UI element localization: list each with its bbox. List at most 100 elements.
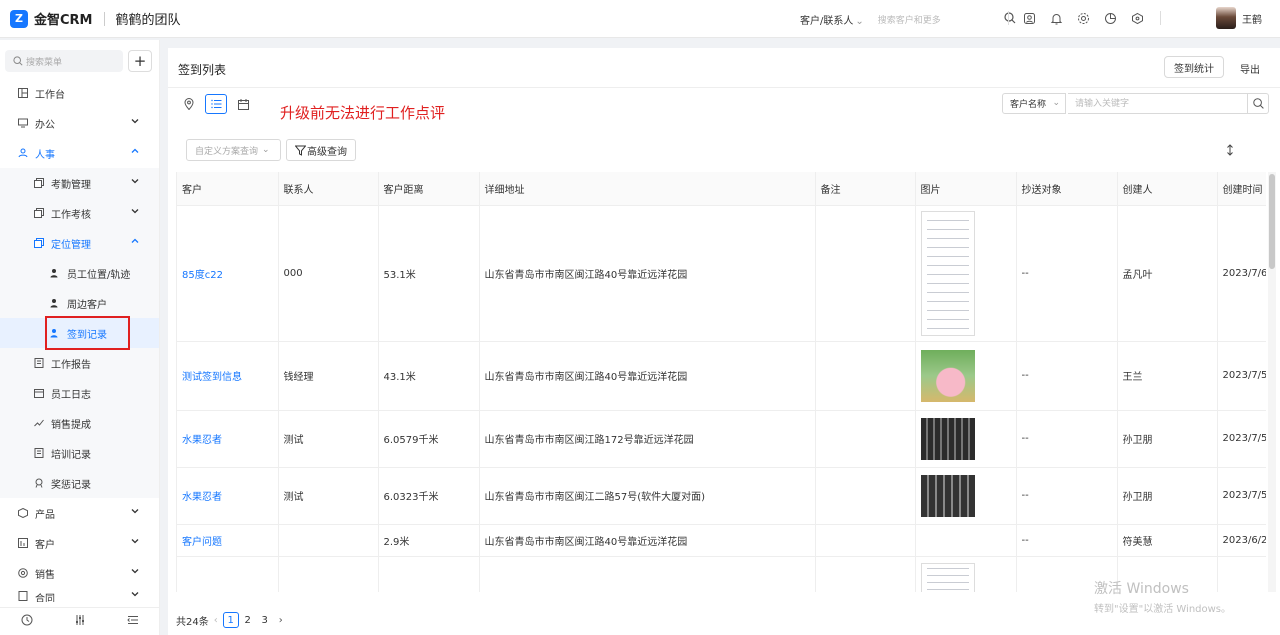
contact-cell bbox=[278, 524, 379, 557]
search-field-select[interactable]: 客户名称 ⌄ bbox=[1002, 93, 1066, 114]
address-cell: 山东省青岛市市南区闽江路40号靠近远洋花园 bbox=[479, 205, 816, 342]
sidebar-item-sales-commission[interactable]: 销售提成 bbox=[0, 408, 159, 438]
created-time-cell: 2023/7/5 1 bbox=[1217, 410, 1266, 468]
scrollbar-thumb[interactable] bbox=[1269, 174, 1275, 269]
sidebar-item-sales[interactable]: 销售 bbox=[0, 558, 159, 588]
sidebar-item-workbench[interactable]: 工作台 bbox=[0, 78, 159, 108]
page-button[interactable]: 1 bbox=[222, 612, 239, 628]
user-menu[interactable]: 王鹤 bbox=[1216, 7, 1262, 29]
photo-thumbnail[interactable] bbox=[920, 349, 975, 402]
column-header[interactable]: 客户距离 bbox=[378, 172, 480, 206]
table-row[interactable]: 水果忍者 测试 6.0323千米 山东省青岛市市南区闽江二路57号(软件大厦对面… bbox=[177, 467, 1266, 525]
search-scope-select[interactable]: 客户/联系人 ⌄ bbox=[800, 12, 864, 27]
history-icon[interactable] bbox=[21, 614, 33, 629]
advanced-query-button[interactable]: 高级查询 bbox=[286, 139, 356, 161]
table-row[interactable]: 85度c22 000 53.1米 山东省青岛市市南区闽江路40号靠近远洋花园 -… bbox=[177, 205, 1266, 342]
windows-activation-watermark: 激活 Windows 转到"设置"以激活 Windows。 bbox=[1094, 578, 1231, 615]
search-button[interactable] bbox=[1247, 93, 1269, 114]
cc-cell: -- bbox=[1016, 410, 1118, 468]
bell-icon[interactable] bbox=[1048, 10, 1064, 26]
sidebar-item-assessment[interactable]: 工作考核 bbox=[0, 198, 159, 228]
sidebar-item-attendance[interactable]: 考勤管理 bbox=[0, 168, 159, 198]
copy-icon bbox=[33, 237, 45, 249]
photo-thumbnail[interactable] bbox=[920, 210, 975, 336]
monitor-icon bbox=[17, 117, 29, 129]
table-scrollbar[interactable] bbox=[1268, 172, 1276, 592]
team-name[interactable]: 鹤鹤的团队 bbox=[116, 9, 181, 28]
column-header[interactable]: 客户 bbox=[177, 172, 279, 206]
app-logo[interactable]: Z 金智CRM bbox=[10, 9, 93, 28]
export-button[interactable]: 导出 bbox=[1240, 61, 1260, 76]
contact-cell: 测试 bbox=[278, 467, 379, 525]
created-time-cell: 2023/7/5 1 bbox=[1217, 467, 1266, 525]
column-header[interactable]: 创建人 bbox=[1117, 172, 1218, 206]
keyword-input[interactable] bbox=[1068, 93, 1248, 114]
sidebar-item-work-report[interactable]: 工作报告 bbox=[0, 348, 159, 378]
top-bar: Z 金智CRM 鹤鹤的团队 客户/联系人 ⌄ 搜索客户和更多 王鹤 bbox=[0, 0, 1280, 38]
remark-cell bbox=[815, 524, 916, 557]
sidebar-item-location[interactable]: 定位管理 bbox=[0, 228, 159, 258]
watermark-title: 激活 Windows bbox=[1094, 581, 1189, 597]
column-header[interactable]: 详细地址 bbox=[479, 172, 816, 206]
menu-search-input[interactable]: 搜索菜单 bbox=[5, 50, 123, 72]
global-search: 客户/联系人 ⌄ 搜索客户和更多 bbox=[800, 12, 1016, 27]
list-view-icon[interactable] bbox=[205, 94, 227, 114]
sidebar-item-products[interactable]: 产品 bbox=[0, 498, 159, 528]
photo-thumbnail[interactable] bbox=[920, 474, 975, 517]
global-search-input[interactable]: 搜索客户和更多 bbox=[878, 13, 998, 26]
sidebar-item-employee-track[interactable]: 员工位置/轨迹 bbox=[0, 258, 159, 288]
search-icon bbox=[13, 56, 23, 66]
sidebar-item-training[interactable]: 培训记录 bbox=[0, 438, 159, 468]
page-title: 签到列表 bbox=[178, 63, 227, 77]
sidebar-item-rewards[interactable]: 奖惩记录 bbox=[0, 468, 159, 498]
box-icon bbox=[17, 507, 29, 519]
table-row[interactable]: 测试签到信息 钱经理 43.1米 山东省青岛市市南区闽江路40号靠近远洋花园 -… bbox=[177, 341, 1266, 411]
contacts-icon[interactable] bbox=[1021, 10, 1037, 26]
sidebar-item-employee-log[interactable]: 员工日志 bbox=[0, 378, 159, 408]
map-pin-icon[interactable] bbox=[178, 94, 200, 114]
column-header[interactable]: 图片 bbox=[915, 172, 1017, 206]
table-row[interactable]: 水果忍者 测试 6.0579千米 山东省青岛市市南区闽江路172号靠近远洋花园 … bbox=[177, 410, 1266, 468]
customer-link[interactable]: 水果忍者 bbox=[177, 467, 279, 525]
cube-icon[interactable] bbox=[1129, 10, 1145, 26]
photo-cell bbox=[915, 467, 1017, 525]
checkin-table: 客户 联系人 客户距离 详细地址 备注 图片 抄送对象 创建人 创建时间 85度… bbox=[176, 172, 1266, 592]
gear-icon[interactable] bbox=[1075, 10, 1091, 26]
calendar-icon[interactable] bbox=[232, 94, 254, 114]
chart-pie-icon[interactable] bbox=[1102, 10, 1118, 26]
column-header[interactable]: 创建时间 bbox=[1217, 172, 1266, 206]
prev-page-icon[interactable]: ‹ bbox=[214, 615, 218, 626]
chevron-down-icon: ⌄ bbox=[262, 145, 270, 155]
column-sort-icon[interactable] bbox=[1226, 144, 1234, 159]
sidebar-item-contracts[interactable]: 合同 bbox=[0, 588, 159, 602]
sidebar-item-office[interactable]: 办公 bbox=[0, 108, 159, 138]
collapse-menu-icon[interactable] bbox=[126, 614, 139, 629]
sidebar-item-nearby-customers[interactable]: 周边客户 bbox=[0, 288, 159, 318]
page-button[interactable]: 2 bbox=[240, 612, 256, 628]
photo-thumbnail[interactable] bbox=[920, 562, 975, 592]
column-header[interactable]: 抄送对象 bbox=[1016, 172, 1118, 206]
customer-link[interactable]: 水果忍者 bbox=[177, 410, 279, 468]
sidebar-item-customers[interactable]: 客户 bbox=[0, 528, 159, 558]
sidebar-item-hr[interactable]: 人事 bbox=[0, 138, 159, 168]
sidebar-footer bbox=[0, 607, 159, 635]
cc-cell: -- bbox=[1016, 467, 1118, 525]
page-button[interactable]: 3 bbox=[257, 612, 273, 628]
checkin-stats-button[interactable]: 签到统计 bbox=[1164, 56, 1224, 78]
pagination: 共24条 ‹ 1 2 3 › bbox=[176, 612, 288, 628]
add-button[interactable]: + bbox=[128, 50, 152, 72]
customer-link[interactable]: 85度c22 bbox=[177, 205, 279, 342]
table-row[interactable]: 客户问题 2.9米 山东省青岛市市南区闽江路40号靠近远洋花园 -- 符美慧 2… bbox=[177, 524, 1266, 557]
column-header[interactable]: 联系人 bbox=[278, 172, 379, 206]
customer-link[interactable]: 客户问题 bbox=[177, 524, 279, 557]
creator-cell: 王兰 bbox=[1117, 341, 1218, 411]
customer-link[interactable] bbox=[177, 556, 279, 592]
next-page-icon[interactable]: › bbox=[279, 615, 283, 626]
settings-sliders-icon[interactable] bbox=[74, 614, 86, 629]
customer-link[interactable]: 测试签到信息 bbox=[177, 341, 279, 411]
photo-thumbnail[interactable] bbox=[920, 417, 975, 460]
column-header[interactable]: 备注 bbox=[815, 172, 916, 206]
distance-cell: 6.0323千米 bbox=[378, 467, 480, 525]
person-pin-icon bbox=[49, 267, 61, 279]
custom-scheme-select[interactable]: 自定义方案查询 ⌄ bbox=[186, 139, 281, 161]
